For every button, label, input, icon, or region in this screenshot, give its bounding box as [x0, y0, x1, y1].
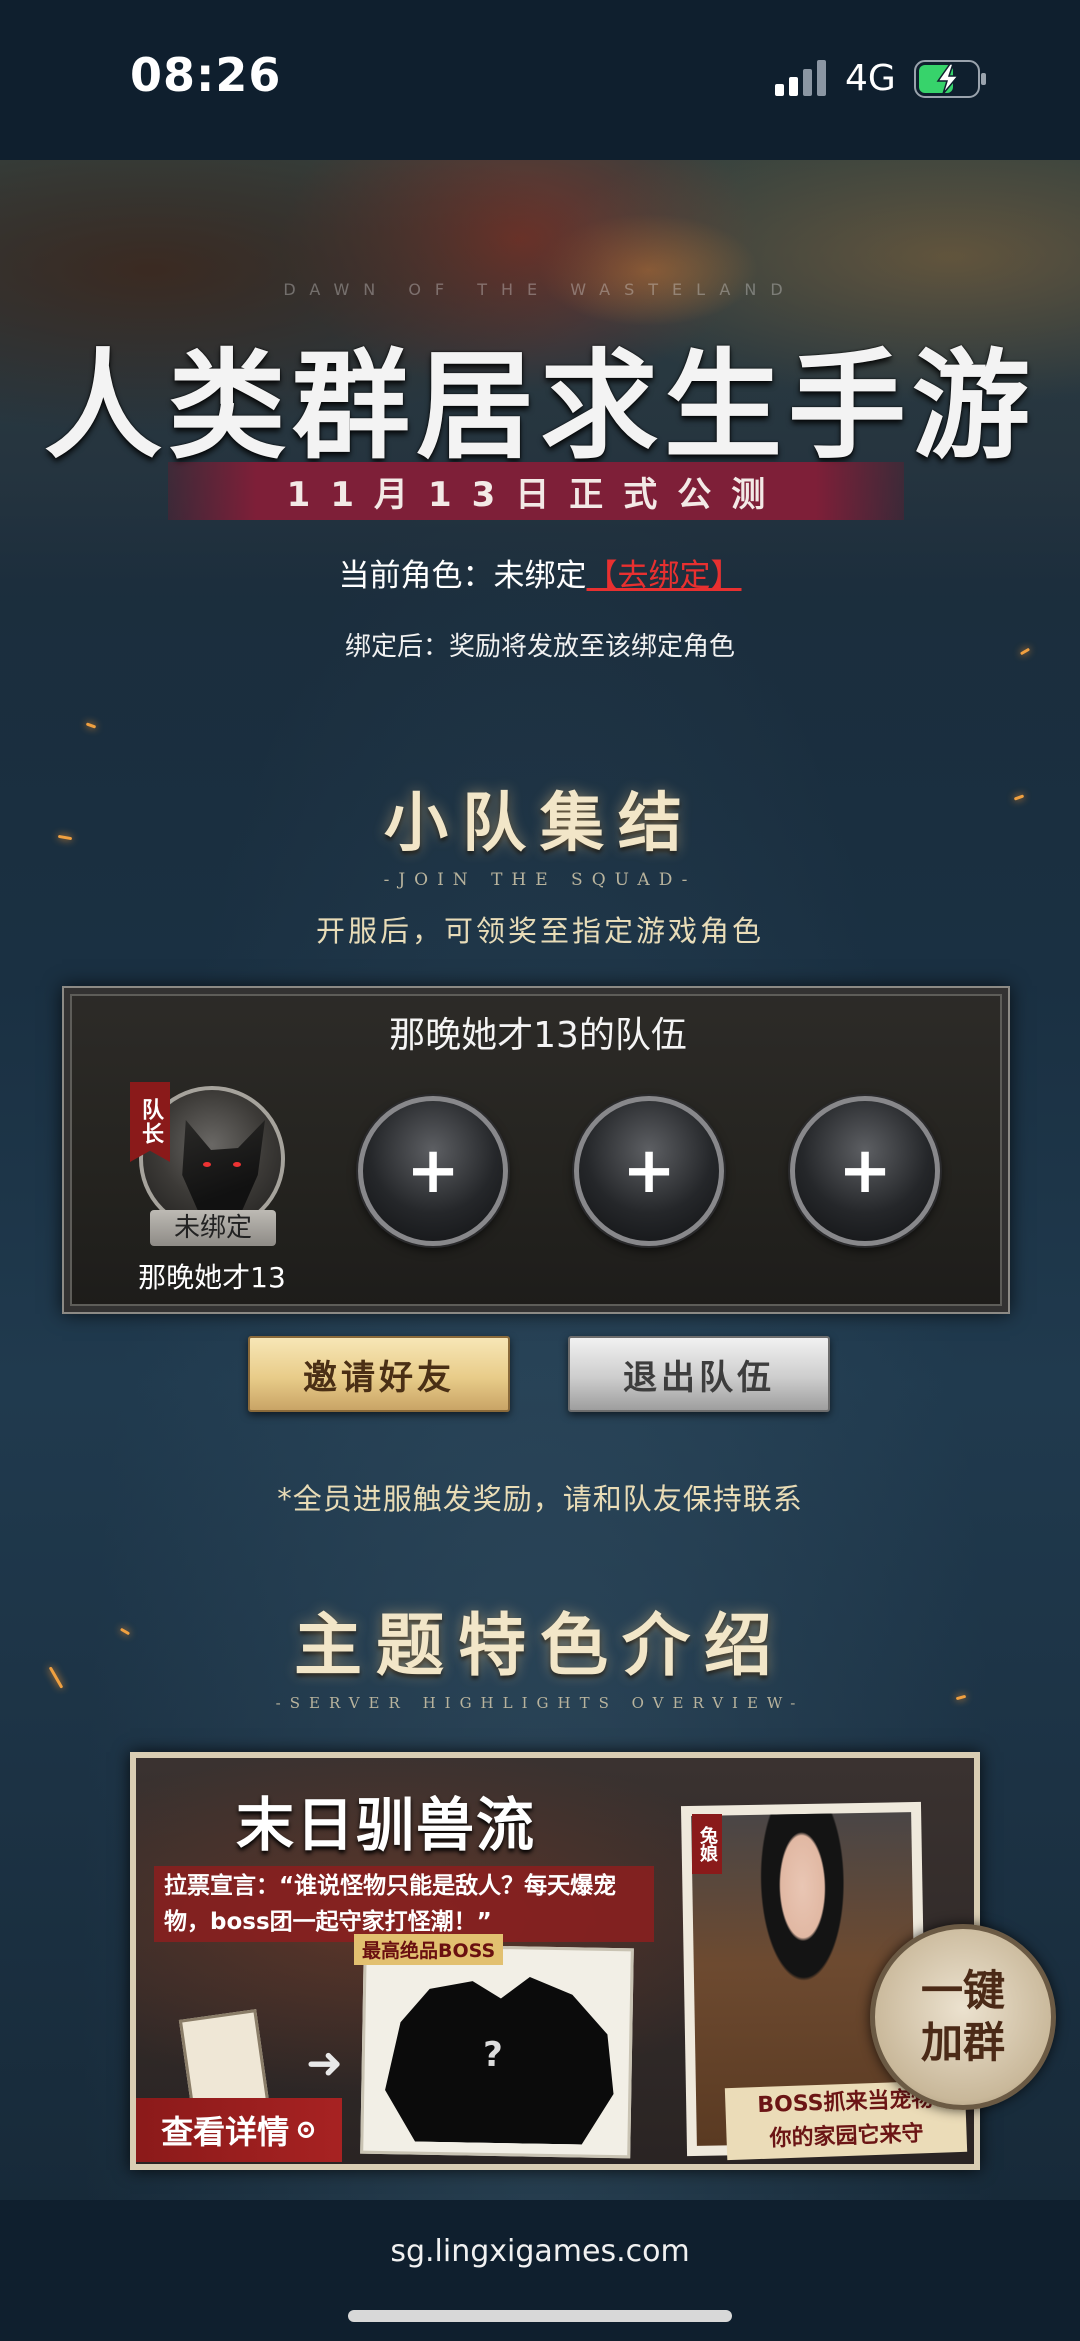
launch-date: 11月13日正式公测	[286, 474, 786, 515]
npc-tag: 兔娘	[692, 1814, 722, 1874]
view-details-button[interactable]: 查看详情 ⊙	[136, 2098, 342, 2162]
squad-section-note: 开服后，可领奖至指定游戏角色	[315, 914, 764, 948]
squad-section-subtitle: -JOIN THE SQUAD-	[383, 870, 697, 890]
boss-mystery-mark: ?	[482, 2034, 504, 2076]
plus-icon: +	[406, 1134, 460, 1208]
battery-charging-icon	[914, 60, 986, 98]
wolf-eye	[233, 1162, 241, 1167]
arrow-right-icon: ➜	[306, 2038, 343, 2089]
add-member-slot-1[interactable]: +	[358, 1096, 508, 1246]
event-page: DAWN OF THE WASTELAND 人类群居求生手游 11月13日正式公…	[0, 160, 1080, 2200]
bind-account-link[interactable]: 【去绑定】	[587, 558, 742, 594]
plus-icon: +	[838, 1134, 892, 1208]
wolf-avatar-image	[182, 1120, 265, 1220]
ember-decoration	[85, 722, 97, 729]
feature-title: 末日驯兽流	[236, 1791, 537, 1859]
bind-note: 绑定后：奖励将发放至该绑定角色	[344, 632, 735, 662]
join-group-label: 一键加群	[920, 1966, 1005, 2067]
launch-date-banner: 11月13日正式公测	[168, 462, 904, 520]
features-section-title: 主题特色介绍	[293, 1606, 786, 1686]
wolf-eye	[203, 1162, 211, 1167]
squad-reward-note: *全员进服触发奖励，请和队友保持联系	[277, 1482, 803, 1516]
add-member-slot-2[interactable]: +	[574, 1096, 724, 1246]
circle-arrow-icon: ⊙	[295, 2115, 317, 2145]
browser-url-bar[interactable]: sg.lingxigames.com	[0, 2200, 1080, 2341]
status-bar: 08:26 4G	[0, 0, 1080, 160]
add-member-slot-3[interactable]: +	[790, 1096, 940, 1246]
signal-icon	[775, 60, 826, 96]
boss-label: 最高绝品BOSS	[354, 1934, 504, 1965]
status-time: 08:26	[130, 48, 282, 102]
hero-subtext: DAWN OF THE WASTELAND	[283, 280, 797, 299]
role-label: 当前角色：未绑定	[338, 558, 587, 594]
details-label: 查看详情	[161, 2113, 290, 2151]
leader-tag: 队长	[130, 1082, 170, 1162]
network-type: 4G	[845, 58, 896, 99]
features-section-subtitle: -SERVER HIGHLIGHTS OVERVIEW-	[275, 1694, 805, 1712]
home-indicator[interactable]	[348, 2310, 732, 2322]
feature-quote: 拉票宣言：“谁说怪物只能是敌人？每天爆宠物，boss团一起守家打怪潮！”	[154, 1866, 654, 1942]
squad-panel: 那晚她才13的队伍 队长 未绑定 那晚她才13 + + +	[62, 986, 1010, 1314]
plus-icon: +	[622, 1134, 676, 1208]
leader-name: 那晚她才13	[138, 1261, 286, 1294]
invite-friends-button[interactable]: 邀请好友	[248, 1336, 510, 1412]
current-role: 当前角色：未绑定【去绑定】	[0, 550, 1080, 595]
feature-card: 末日驯兽流 拉票宣言：“谁说怪物只能是敌人？每天爆宠物，boss团一起守家打怪潮…	[130, 1752, 980, 2170]
leader-status-badge: 未绑定	[150, 1210, 276, 1246]
squad-section-title: 小队集结	[384, 786, 696, 861]
boss-image: ?	[360, 1943, 634, 2159]
squad-name: 那晚她才13的队伍	[389, 1015, 687, 1056]
url-text: sg.lingxigames.com	[390, 2234, 690, 2269]
join-group-button[interactable]: 一键加群	[870, 1924, 1056, 2110]
leave-squad-button[interactable]: 退出队伍	[568, 1336, 830, 1412]
hero-title: 人类群居求生手游	[43, 336, 1036, 475]
